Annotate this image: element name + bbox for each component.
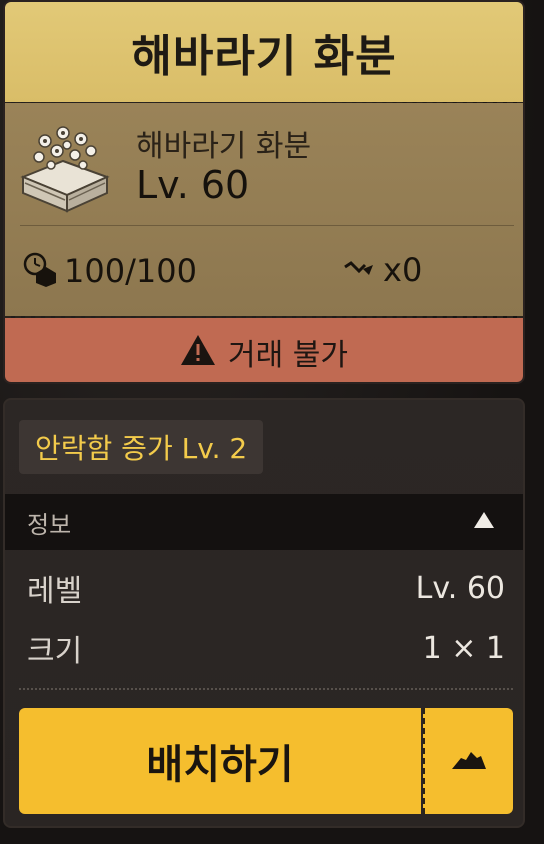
info-row-key: 크기 [27, 634, 83, 669]
item-card: 해바라기 화분 해바라기 화분 Lv. 60 100/100 x0 거래 불가 [3, 0, 525, 384]
place-button[interactable]: 배치하기 [19, 708, 421, 814]
trade-status-label: 거래 불가 [228, 338, 348, 373]
info-row-key: 레벨 [27, 574, 83, 609]
section-title: 정보 [27, 510, 72, 539]
title-bar: 해바라기 화분 [5, 2, 523, 102]
durability-icon [22, 251, 58, 291]
info-section-header[interactable]: 정보 [5, 494, 523, 550]
item-level: Lv. 60 [136, 163, 250, 207]
item-title: 해바라기 화분 [131, 31, 397, 82]
warning-icon [180, 334, 216, 370]
expand-options-button[interactable] [423, 708, 513, 814]
place-button-label: 배치하기 [146, 742, 294, 788]
info-row-size: 크기 1 × 1 [27, 628, 505, 670]
flower-pot-icon [15, 119, 115, 215]
durability-value: 100/100 [64, 252, 197, 290]
mound-icon [451, 748, 487, 774]
info-row-level: 레벨 Lv. 60 [27, 568, 505, 610]
info-row-value: 1 × 1 [422, 630, 505, 666]
repair-value: x0 [383, 251, 423, 289]
info-row-value: Lv. 60 [415, 570, 505, 606]
buff-label: 안락함 증가 Lv. 2 [35, 432, 248, 465]
buff-badge: 안락함 증가 Lv. 2 [19, 420, 264, 474]
detail-panel: 안락함 증가 Lv. 2 정보 레벨 Lv. 60 크기 1 × 1 배치하기 [3, 398, 525, 828]
info-divider [20, 225, 514, 226]
item-info: 해바라기 화분 Lv. 60 100/100 x0 [5, 103, 523, 316]
repair-icon [341, 253, 377, 287]
item-tooltip: 해바라기 화분 해바라기 화분 Lv. 60 100/100 x0 거래 불가 … [0, 0, 544, 844]
item-name: 해바라기 화분 [136, 129, 312, 164]
durability: 100/100 [22, 251, 197, 291]
triangle-up-icon[interactable] [473, 511, 495, 533]
repair-count: x0 [341, 251, 422, 289]
panel-divider [19, 688, 513, 690]
trade-status: 거래 불가 [5, 318, 523, 382]
